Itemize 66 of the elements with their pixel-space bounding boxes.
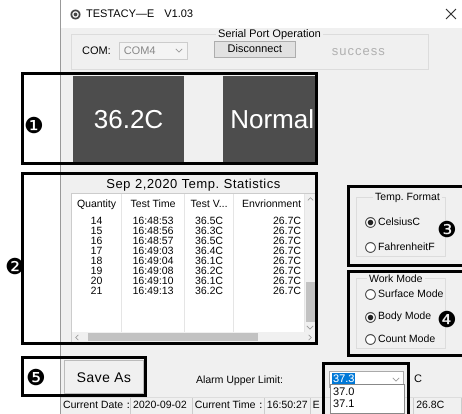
- table-cell: 16:49:04: [122, 256, 185, 266]
- table-cell: 36.1C: [185, 276, 234, 286]
- table-cell: 18: [72, 256, 122, 266]
- unit-label: C: [414, 372, 422, 387]
- radio-icon[interactable]: [365, 242, 376, 254]
- table-cell: 15: [72, 226, 122, 236]
- version-label: V1.03: [164, 6, 194, 22]
- status-bar-field: 2020-09-02: [131, 398, 193, 414]
- alarm-limit-label: Alarm Upper Limit:: [196, 373, 283, 388]
- scroll-thumb[interactable]: [306, 282, 314, 322]
- caret-icon: [174, 48, 183, 54]
- close-icon[interactable]: [445, 8, 457, 20]
- table-cell: 21: [72, 286, 122, 296]
- radio-icon[interactable]: [365, 312, 376, 323]
- group-title: Serial Port Operation: [217, 28, 322, 41]
- table-cell: 36.5C: [185, 216, 234, 226]
- table-cell: 16:49:10: [122, 276, 185, 286]
- window-title: TESTACY—E: [86, 6, 154, 22]
- radio-icon[interactable]: [365, 217, 376, 228]
- temperature-display: 36.2C: [73, 76, 184, 163]
- table-cell: 36.5C: [185, 236, 234, 246]
- table-cell: 16:49:13: [122, 286, 185, 296]
- table-cell: 17: [72, 246, 122, 256]
- table-cell: 16:48:57: [122, 236, 185, 246]
- table-cell: 36.3C: [185, 226, 234, 236]
- com-label: COM:: [82, 44, 111, 58]
- annotation-number: ❶: [24, 114, 44, 140]
- radio-option[interactable]: Surface Mode: [365, 286, 445, 302]
- annotation-number: ❺: [26, 366, 46, 392]
- table-cell: 16: [72, 236, 122, 246]
- table-cell: 16:48:56: [122, 226, 185, 236]
- column-header[interactable]: Quantity: [72, 194, 122, 216]
- table-cell: 16:48:53: [122, 216, 185, 226]
- radio-icon[interactable]: [365, 288, 376, 300]
- vertical-scrollbar[interactable]: [305, 194, 315, 332]
- table-cell: 19: [72, 266, 122, 276]
- annotation-number: ❹: [437, 308, 457, 334]
- status-bar-field: 26.8C: [414, 398, 462, 414]
- group-title: Temp. Format: [374, 191, 441, 203]
- table-cell: 36.4C: [185, 246, 234, 256]
- table-cell: 14: [72, 216, 122, 226]
- radio-option[interactable]: Count Mode: [365, 332, 445, 348]
- app-icon: [70, 8, 81, 20]
- column-header[interactable]: Test V...: [185, 194, 234, 216]
- connection-status: success: [332, 42, 386, 60]
- table-cell: 36.2C: [185, 266, 234, 276]
- disconnect-button[interactable]: Disconnect: [214, 41, 296, 58]
- dropdown-option[interactable]: 37.1: [333, 398, 404, 410]
- status-bar-field: 16:50:27: [264, 398, 311, 414]
- status-bar-field: Current Date：: [61, 398, 131, 414]
- table-cell: 20: [72, 276, 122, 286]
- save-as-button[interactable]: Save As: [64, 360, 144, 394]
- radio-icon[interactable]: [365, 334, 376, 346]
- table-cell: 16:49:03: [122, 246, 185, 256]
- statistics-title: Sep 2,2020 Temp. Statistics: [105, 175, 282, 193]
- result-display: Normal: [223, 76, 316, 163]
- group-title: Work Mode: [368, 272, 424, 284]
- table-cell: 36.2C: [185, 286, 234, 296]
- table-cell: 16:49:08: [122, 266, 185, 276]
- scroll-thumb[interactable]: [88, 333, 258, 341]
- dropdown-option[interactable]: 37.0: [333, 386, 404, 398]
- horizontal-scrollbar[interactable]: [72, 332, 315, 342]
- table-cell: 36.1C: [185, 256, 234, 266]
- column-header[interactable]: Test Time: [122, 194, 185, 216]
- caret-icon: [392, 376, 400, 382]
- status-bar-field: Current Time：: [192, 398, 265, 414]
